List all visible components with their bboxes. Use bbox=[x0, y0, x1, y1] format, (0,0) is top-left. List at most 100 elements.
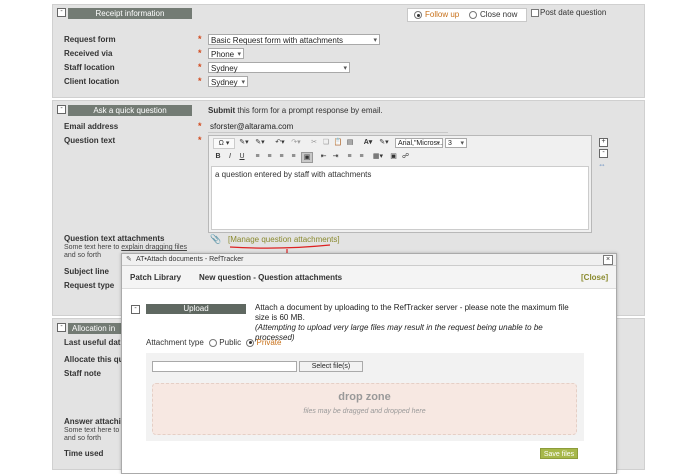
editor-shrink-icon[interactable]: - bbox=[599, 149, 608, 158]
align-center-icon[interactable]: ≡ bbox=[265, 152, 274, 161]
staff-note-label: Staff note bbox=[64, 369, 101, 378]
bulleted-list-icon[interactable]: ≡ bbox=[357, 152, 366, 161]
answer-attach-label: Answer attachi bbox=[64, 417, 121, 426]
staff-location-required: * bbox=[198, 62, 202, 72]
answer-attach-help: Some text here to and so forth bbox=[64, 427, 120, 442]
question-section-title: Ask a quick question bbox=[68, 105, 192, 116]
rich-text-editor: Ω ▾ ✎▾ ✎▾ ↶▾ ↷▾ ✂ ❏ 📋 ▤ A▾ ✎▾ Arial,"Mic… bbox=[208, 135, 592, 233]
image-icon[interactable]: ▣ bbox=[389, 152, 398, 161]
copy-icon[interactable]: ❏ bbox=[321, 138, 331, 147]
time-used-label: Time used bbox=[64, 449, 104, 458]
cut-icon[interactable]: ✂ bbox=[309, 138, 319, 147]
submit-hint: Submit this form for a prompt response b… bbox=[208, 106, 383, 115]
post-date-checkbox[interactable] bbox=[531, 9, 539, 17]
editor-content-area[interactable]: a question entered by staff with attachm… bbox=[211, 166, 589, 230]
collapse-allocation-icon[interactable]: - bbox=[57, 323, 66, 332]
outdent-icon[interactable]: ⇤ bbox=[319, 152, 328, 161]
receipt-panel: - Receipt information Follow up Close no… bbox=[52, 4, 645, 98]
upload-area: Select file(s) drop zone files may be dr… bbox=[146, 353, 584, 441]
subject-line-label: Subject line bbox=[64, 267, 109, 276]
collapse-receipt-icon[interactable]: - bbox=[57, 8, 66, 17]
close-now-radio[interactable] bbox=[469, 11, 477, 19]
request-form-select[interactable]: Basic Request form with attachments ▾ bbox=[208, 34, 380, 45]
table-icon[interactable]: ▦▾ bbox=[371, 152, 385, 161]
dialog-titlebar: ✎ AT•Attach documents - RefTracker × bbox=[122, 254, 616, 266]
private-radio[interactable] bbox=[246, 338, 255, 347]
dialog-pin-icon: ✎ bbox=[126, 256, 132, 263]
drop-zone-title: drop zone bbox=[338, 391, 391, 403]
numbered-list-icon[interactable]: ≡ bbox=[345, 152, 354, 161]
attach-instructions: Attach a document by uploading to the Re… bbox=[255, 303, 569, 342]
attach-dialog: ✎ AT•Attach documents - RefTracker × Pat… bbox=[121, 253, 617, 474]
upload-section-button[interactable]: Upload bbox=[146, 304, 246, 314]
paste-text-icon[interactable]: ▤ bbox=[345, 138, 355, 147]
explain-dragging-link[interactable]: explain dragging files bbox=[121, 244, 187, 251]
post-date-label: Post date question bbox=[540, 8, 607, 17]
editor-text: a question entered by staff with attachm… bbox=[215, 170, 372, 179]
editor-swap-icon[interactable]: ⇔ bbox=[598, 160, 606, 169]
format-pen-icon[interactable]: ✎▾ bbox=[253, 138, 267, 147]
request-form-label: Request form bbox=[64, 35, 116, 44]
attachments-label: Question text attachments bbox=[64, 234, 165, 243]
request-form-required: * bbox=[198, 34, 202, 44]
editor-expand-icon[interactable]: + bbox=[599, 138, 608, 147]
font-size-select[interactable]: 3 ▾ bbox=[445, 138, 467, 148]
dialog-header: Patch Library New question - Question at… bbox=[122, 266, 616, 289]
select-files-button[interactable]: Select file(s) bbox=[299, 361, 363, 372]
follow-up-radio[interactable] bbox=[414, 11, 422, 19]
align-justify-icon[interactable]: ≡ bbox=[289, 152, 298, 161]
editor-toolbar-row-1: Ω ▾ ✎▾ ✎▾ ↶▾ ↷▾ ✂ ❏ 📋 ▤ A▾ ✎▾ Arial,"Mic… bbox=[211, 138, 491, 149]
public-radio[interactable] bbox=[209, 338, 218, 347]
drop-zone[interactable]: drop zone files may be dragged and dropp… bbox=[152, 383, 577, 435]
staff-location-label: Staff location bbox=[64, 63, 115, 72]
indent-icon[interactable]: ⇥ bbox=[331, 152, 340, 161]
client-location-select[interactable]: Sydney ▾ bbox=[208, 76, 248, 87]
dialog-close-link[interactable]: [Close] bbox=[581, 273, 608, 282]
client-location-required: * bbox=[198, 76, 202, 86]
patch-library-link[interactable]: Patch Library bbox=[130, 273, 181, 282]
follow-up-radio-group: Follow up Close now bbox=[407, 8, 527, 22]
dialog-close-icon[interactable]: × bbox=[603, 255, 613, 265]
received-via-select[interactable]: Phone ▾ bbox=[208, 48, 244, 59]
dialog-window-title: AT•Attach documents - RefTracker bbox=[136, 256, 244, 263]
dialog-heading: New question - Question attachments bbox=[199, 273, 343, 282]
question-text-label: Question text bbox=[64, 136, 116, 145]
received-via-required: * bbox=[198, 48, 202, 58]
drop-zone-hint: files may be dragged and dropped here bbox=[303, 408, 426, 415]
source-icon[interactable]: Ω ▾ bbox=[213, 138, 235, 149]
email-label: Email address bbox=[64, 122, 119, 131]
question-text-required: * bbox=[198, 135, 202, 145]
attachment-type-row: Attachment type Public Private bbox=[146, 338, 282, 347]
collapse-question-icon[interactable]: - bbox=[57, 105, 66, 114]
italic-icon[interactable]: I bbox=[226, 152, 234, 161]
request-type-label: Request type bbox=[64, 281, 115, 290]
undo-icon[interactable]: ↶▾ bbox=[273, 138, 287, 147]
editor-toolbar-row-2: B I U ≡ ≡ ≡ ≡ ▣ ⇤ ⇥ ≡ ≡ ▦▾ ▣ ☍ bbox=[211, 152, 491, 163]
save-files-button[interactable]: Save files bbox=[540, 448, 578, 459]
client-location-label: Client location bbox=[64, 77, 120, 86]
align-left-icon[interactable]: ≡ bbox=[253, 152, 262, 161]
link-icon[interactable]: ☍ bbox=[401, 152, 410, 161]
file-path-input[interactable] bbox=[152, 361, 297, 372]
close-now-label: Close now bbox=[480, 10, 518, 19]
collapse-upload-icon[interactable]: - bbox=[131, 305, 140, 314]
last-useful-label: Last useful dat bbox=[64, 338, 121, 347]
redo-icon[interactable]: ↷▾ bbox=[289, 138, 303, 147]
allocate-label: Allocate this qu bbox=[64, 355, 124, 364]
receipt-section-title: Receipt information bbox=[68, 8, 192, 19]
email-required: * bbox=[198, 121, 202, 131]
follow-up-label: Follow up bbox=[425, 10, 460, 19]
paste-icon[interactable]: 📋 bbox=[333, 138, 343, 147]
received-via-label: Received via bbox=[64, 49, 113, 58]
highlight-icon[interactable]: ✎▾ bbox=[377, 138, 391, 147]
text-color-icon[interactable]: A▾ bbox=[361, 138, 375, 147]
allocation-section-title: Allocation in bbox=[68, 323, 126, 334]
bold-icon[interactable]: B bbox=[214, 152, 222, 161]
email-input[interactable]: sforster@altarama.com bbox=[208, 121, 448, 133]
staff-location-select[interactable]: Sydney ▾ bbox=[208, 62, 350, 73]
font-family-select[interactable]: Arial,"Micros... ▾ bbox=[395, 138, 443, 148]
underline-icon[interactable]: U bbox=[238, 152, 246, 161]
block-icon[interactable]: ▣ bbox=[301, 152, 313, 163]
align-right-icon[interactable]: ≡ bbox=[277, 152, 286, 161]
style-pen-icon[interactable]: ✎▾ bbox=[237, 138, 251, 147]
